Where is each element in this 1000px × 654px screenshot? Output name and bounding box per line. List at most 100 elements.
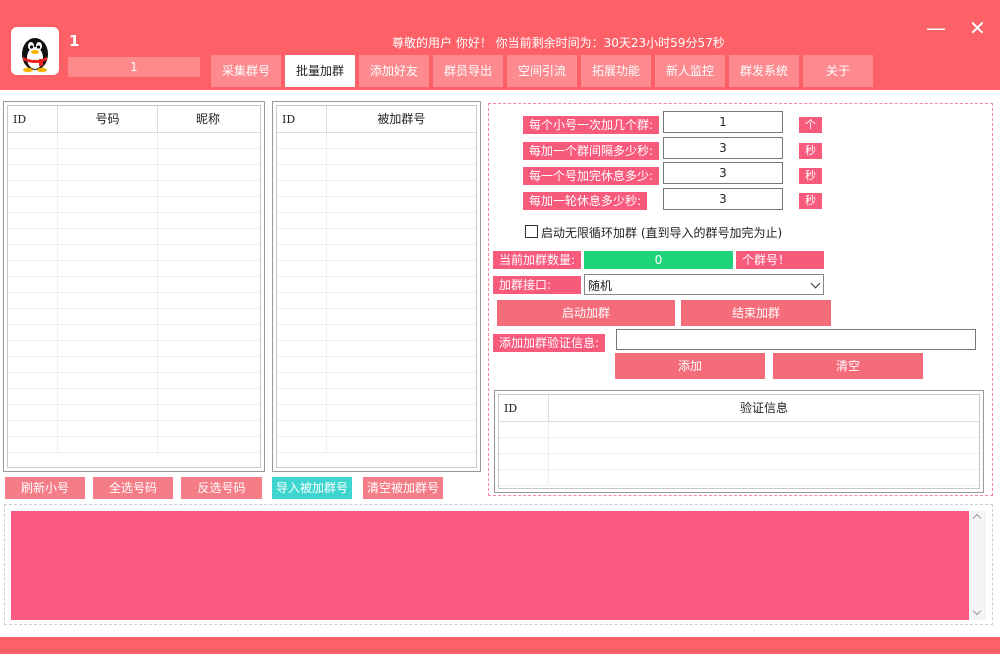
empty-table-row — [277, 389, 476, 405]
round-rest-label: 每加一轮休息多少秒: — [523, 192, 648, 210]
empty-table-row — [8, 213, 260, 229]
log-textarea[interactable] — [11, 511, 969, 620]
empty-table-row — [277, 357, 476, 373]
empty-table-row — [8, 437, 260, 453]
current-count-value: 0 — [584, 251, 733, 269]
empty-table-row — [8, 389, 260, 405]
empty-table-row — [8, 229, 260, 245]
interval-label: 每加一个群间隔多少秒: — [523, 142, 660, 160]
empty-table-row — [277, 325, 476, 341]
target-groups-table-body — [277, 133, 476, 453]
empty-table-row — [8, 373, 260, 389]
rest-input[interactable]: 3 — [663, 162, 783, 184]
empty-table-row — [277, 149, 476, 165]
stop-join-button[interactable]: 结束加群 — [681, 300, 831, 326]
column-header-target-group[interactable]: 被加群号 — [327, 106, 476, 133]
minimize-button[interactable]: — — [926, 18, 946, 38]
infinite-loop-label: 启动无限循环加群 (直到导入的群号加完为止) — [541, 226, 783, 240]
empty-table-row — [277, 261, 476, 277]
empty-table-row — [8, 277, 260, 293]
clear-verify-button[interactable]: 清空 — [773, 353, 923, 379]
empty-table-row — [277, 229, 476, 245]
empty-table-row — [8, 261, 260, 277]
verify-messages-table[interactable]: ID 验证信息 — [494, 390, 984, 493]
empty-table-row — [8, 181, 260, 197]
interface-select-value: 随机 — [588, 279, 613, 293]
empty-table-row — [8, 405, 260, 421]
column-header-number[interactable]: 号码 — [58, 106, 158, 133]
interface-select[interactable]: 随机 — [584, 274, 824, 295]
empty-table-row — [8, 421, 260, 437]
interface-label: 加群接口: — [493, 276, 581, 294]
empty-table-row — [499, 422, 979, 438]
per-account-unit: 个 — [799, 117, 822, 133]
close-icon: ✕ — [969, 16, 986, 40]
empty-table-row — [277, 341, 476, 357]
empty-table-row — [277, 213, 476, 229]
chevron-up-icon[interactable] — [972, 513, 982, 523]
interval-input[interactable]: 3 — [663, 137, 783, 159]
tab-batch-join[interactable]: 批量加群 — [285, 55, 355, 87]
chevron-down-icon — [810, 278, 821, 289]
empty-table-row — [277, 293, 476, 309]
column-header-id[interactable]: ID — [277, 106, 327, 133]
interval-unit: 秒 — [799, 143, 822, 159]
invert-selection-button[interactable]: 反选号码 — [181, 477, 262, 499]
minimize-icon: — — [926, 16, 946, 40]
accounts-table[interactable]: ID 号码 昵称 — [3, 101, 265, 472]
column-header-id[interactable]: ID — [8, 106, 58, 133]
column-header-id[interactable]: ID — [499, 395, 549, 422]
empty-table-row — [277, 165, 476, 181]
empty-table-row — [8, 149, 260, 165]
import-groups-button[interactable]: 导入被加群号 — [272, 477, 352, 499]
round-rest-unit: 秒 — [799, 193, 822, 209]
tab-space-traffic[interactable]: 空间引流 — [507, 55, 577, 87]
empty-table-row — [499, 470, 979, 486]
tab-extensions[interactable]: 拓展功能 — [581, 55, 651, 87]
refresh-accounts-button[interactable]: 刷新小号 — [5, 477, 85, 499]
status-bar — [0, 637, 1000, 654]
empty-table-row — [499, 454, 979, 470]
tab-export-members[interactable]: 群员导出 — [433, 55, 503, 87]
empty-table-row — [277, 405, 476, 421]
empty-table-row — [277, 181, 476, 197]
empty-table-row — [8, 165, 260, 181]
tab-about[interactable]: 关于 — [803, 55, 873, 87]
current-count-unit: 个群号！ — [736, 251, 824, 269]
select-all-button[interactable]: 全选号码 — [93, 477, 173, 499]
empty-table-row — [277, 421, 476, 437]
empty-table-row — [8, 341, 260, 357]
current-count-label: 当前加群数量: — [493, 251, 582, 269]
empty-table-row — [277, 133, 476, 149]
add-verify-button[interactable]: 添加 — [615, 353, 765, 379]
round-rest-input[interactable]: 3 — [663, 188, 783, 210]
column-header-verify-info[interactable]: 验证信息 — [549, 395, 979, 422]
user-value-box: 1 — [68, 57, 200, 77]
verify-table-body — [499, 422, 979, 486]
infinite-loop-checkbox[interactable] — [525, 225, 538, 238]
empty-table-row — [8, 133, 260, 149]
tab-collect-groups[interactable]: 采集群号 — [211, 55, 281, 87]
empty-table-row — [277, 197, 476, 213]
verify-message-input[interactable] — [616, 329, 976, 350]
empty-table-row — [8, 293, 260, 309]
target-groups-table[interactable]: ID 被加群号 — [272, 101, 481, 472]
tab-newcomer-monitor[interactable]: 新人监控 — [655, 55, 725, 87]
qq-penguin-logo — [11, 27, 59, 75]
per-account-input[interactable]: 1 — [663, 111, 783, 133]
log-scrollbar[interactable] — [969, 511, 986, 620]
tab-mass-message[interactable]: 群发系统 — [729, 55, 799, 87]
per-account-label: 每个小号一次加几个群: — [523, 116, 660, 134]
chevron-down-icon[interactable] — [972, 606, 982, 616]
rest-unit: 秒 — [799, 168, 822, 184]
rest-label: 每一个号加完休息多少: — [523, 167, 660, 185]
start-join-button[interactable]: 启动加群 — [497, 300, 675, 326]
tab-add-friends[interactable]: 添加好友 — [359, 55, 429, 87]
welcome-message: 尊敬的用户 你好！ 你当前剩余时间为：30天23小时59分57秒 — [392, 36, 725, 50]
empty-table-row — [8, 197, 260, 213]
empty-table-row — [277, 245, 476, 261]
clear-groups-button[interactable]: 清空被加群号 — [363, 477, 443, 499]
empty-table-row — [277, 309, 476, 325]
close-button[interactable]: ✕ — [969, 18, 986, 38]
column-header-nickname[interactable]: 昵称 — [158, 106, 258, 133]
